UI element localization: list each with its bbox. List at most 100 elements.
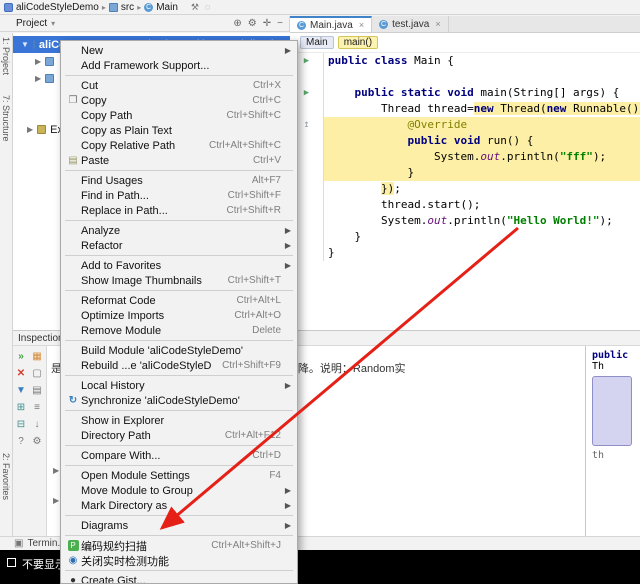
collapse-icon[interactable]: ✛ [263,18,271,29]
nav-crumb-src[interactable]: src [121,2,134,13]
menu-item-synchronize[interactable]: ↻Synchronize 'aliCodeStyleDemo' [61,393,297,408]
menu-item-move-module-to-group[interactable]: Move Module to Group▶ [61,483,297,498]
menu-item-shortcut: Delete [252,325,281,336]
menu-item-analyze[interactable]: Analyze▶ [61,223,297,238]
expand-arrow-icon[interactable]: ▶ [35,57,41,66]
menu-item-label: Remove Module [81,325,242,337]
menu-item-label: Paste [81,155,243,167]
gear-icon[interactable]: ⚙ [33,436,42,447]
submenu-arrow-icon: ▶ [281,261,291,270]
editor-tab-test.java[interactable]: Ctest.java× [372,16,449,32]
dont-show-checkbox[interactable] [7,558,16,567]
menu-item-copy-as-plain-text[interactable]: Copy as Plain Text [61,123,297,138]
menu-item-copy-path[interactable]: Copy PathCtrl+Shift+C [61,108,297,123]
rerun-inspection-icon[interactable]: » [18,351,24,362]
close-tab-icon[interactable]: × [435,19,440,29]
menu-item-new[interactable]: New▶ [61,43,297,58]
editor-tab-Main.java[interactable]: CMain.java× [290,16,372,32]
locate-icon[interactable]: ⊕ [233,18,241,29]
menu-item-show-image-thumbnails[interactable]: Show Image ThumbnailsCtrl+Shift+T [61,273,297,288]
tool-button-project[interactable]: 1: Project [1,37,11,75]
menu-item-optimize-imports[interactable]: Optimize ImportsCtrl+Alt+O [61,308,297,323]
submenu-arrow-icon: ▶ [281,226,291,235]
submenu-arrow-icon: ▶ [281,486,291,495]
menu-item-label: Move Module to Group [81,485,281,497]
menu-item-refactor[interactable]: Refactor▶ [61,238,297,253]
menu-item-ali-code-scan[interactable]: P编码规约扫描Ctrl+Alt+Shift+J [61,538,297,553]
menu-item-reformat-code[interactable]: Reformat CodeCtrl+Alt+L [61,293,297,308]
code-editor[interactable]: Main main() ▶public class Main {▶ public… [290,33,640,330]
group-icon[interactable]: ▤ [32,385,41,396]
class-icon: C [297,21,306,30]
close-tab-icon[interactable]: × [359,20,364,30]
ali-icon: P [65,540,81,551]
settings-icon[interactable]: ≡ [34,402,40,413]
menu-item-paste[interactable]: ▤PasteCtrl+V [61,153,297,168]
menu-separator [65,465,293,466]
menu-item-label: Replace in Path... [81,205,217,217]
menu-item-diagrams[interactable]: Diagrams▶ [61,518,297,533]
menu-item-replace-in-path[interactable]: Replace in Path...Ctrl+Shift+R [61,203,297,218]
menu-item-shortcut: Ctrl+Shift+F [228,190,281,201]
gear-icon[interactable]: ⚙ [248,18,257,29]
expand-arrow-icon[interactable]: ▶ [35,74,41,83]
menu-separator [65,290,293,291]
menu-item-directory-path[interactable]: Directory PathCtrl+Alt+F12 [61,428,297,443]
menu-item-create-gist[interactable]: ●Create Gist... [61,573,297,584]
menu-item-shortcut: F4 [269,470,281,481]
ide-window: aliCodeStyleDemo ▸ src ▸ C Main ⚒ ◌ Proj… [0,0,640,584]
menu-item-label: Optimize Imports [81,310,224,322]
hide-icon[interactable]: − [277,18,283,29]
pin-icon[interactable]: ▢ [32,368,41,379]
menu-item-close-realtime-inspect[interactable]: ◉关闭实时检测功能 [61,553,297,568]
breadcrumb-method-chip[interactable]: main() [338,36,378,49]
menu-item-compare-with[interactable]: Compare With...Ctrl+D [61,448,297,463]
tool-button-favorites[interactable]: 2: Favorites [1,453,11,500]
menu-item-open-module-settings[interactable]: Open Module SettingsF4 [61,468,297,483]
menu-item-find-usages[interactable]: Find UsagesAlt+F7 [61,173,297,188]
expand-arrow-icon[interactable]: ▼ [21,40,29,49]
close-icon[interactable]: ✕ [17,368,25,379]
filter-icon[interactable]: ▼ [16,385,26,396]
menu-item-label: Show in Explorer [81,415,281,427]
menu-item-local-history[interactable]: Local History▶ [61,378,297,393]
menu-item-add-framework-support[interactable]: Add Framework Support... [61,58,297,73]
menu-item-rebuild-module[interactable]: Rebuild ...e 'aliCodeStyleDemo' Ctrl+Shif… [61,358,297,373]
folder-icon [33,40,35,49]
menu-item-copy[interactable]: ❐CopyCtrl+C [61,93,297,108]
menu-separator [65,570,293,571]
menu-item-copy-relative-path[interactable]: Copy Relative PathCtrl+Alt+Shift+C [61,138,297,153]
menu-item-mark-directory-as[interactable]: Mark Directory as▶ [61,498,297,513]
collapse-all-icon[interactable]: ⊟ [17,419,25,430]
nav-crumb-main[interactable]: Main [156,2,178,13]
search-icon[interactable]: ◌ [205,2,210,13]
expand-arrow-icon[interactable]: ▶ [27,125,33,134]
expand-arrow-icon[interactable]: ▶ [53,466,59,475]
menu-item-remove-module[interactable]: Remove Module Delete [61,323,297,338]
context-menu: New▶Add Framework Support... CutCtrl+X❐Co… [60,40,298,584]
menu-item-show-in-explorer[interactable]: Show in Explorer [61,413,297,428]
code-area[interactable]: ▶public class Main {▶ public static void… [290,53,640,261]
module-icon [4,3,13,12]
menu-item-label: Rebuild ...e 'aliCodeStyleDemo' [81,360,212,372]
nav-crumb-project[interactable]: aliCodeStyleDemo [16,2,99,13]
build-icon[interactable]: ⚒ [191,2,199,13]
tool-button-structure[interactable]: 7: Structure [1,95,11,142]
chevron-down-icon[interactable]: ▾ [51,19,55,28]
menu-item-shortcut: Ctrl+Shift+F9 [222,360,281,371]
menu-item-cut[interactable]: CutCtrl+X [61,78,297,93]
menu-item-label: Synchronize 'aliCodeStyleDemo' [81,395,281,407]
navigate-down-icon[interactable]: ↓ [35,419,40,430]
help-icon[interactable]: ? [18,436,24,447]
toggle-icon: ◉ [65,555,81,566]
breadcrumb-class-chip[interactable]: Main [300,36,334,49]
menu-separator [65,170,293,171]
export-icon[interactable]: ▦ [32,351,41,362]
expand-all-icon[interactable]: ⊞ [17,402,25,413]
menu-item-label: Add to Favorites [81,260,281,272]
menu-item-find-in-path[interactable]: Find in Path...Ctrl+Shift+F [61,188,297,203]
project-panel-title[interactable]: Project [16,18,47,29]
menu-item-build-module[interactable]: Build Module 'aliCodeStyleDemo' [61,343,297,358]
menu-item-add-to-favorites[interactable]: Add to Favorites▶ [61,258,297,273]
expand-arrow-icon[interactable]: ▶ [53,496,59,505]
